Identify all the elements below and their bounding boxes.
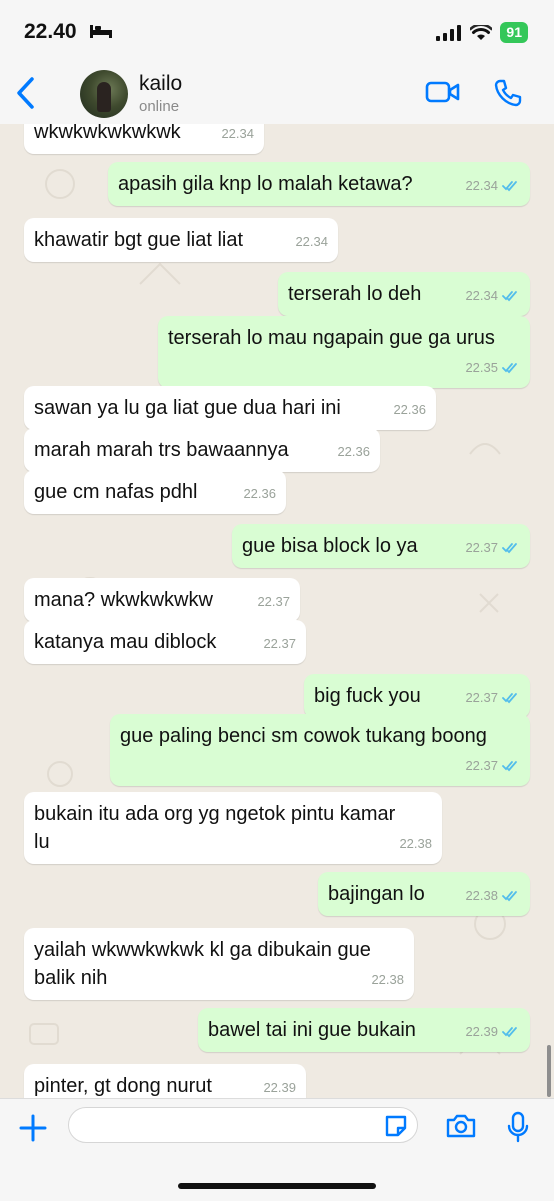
message-input[interactable] (68, 1107, 418, 1143)
message-meta: 22.38 (371, 966, 404, 994)
message-meta: 22.38 (399, 830, 432, 858)
message-text: marah marah trs bawaannya (34, 439, 289, 461)
phone-icon[interactable] (493, 78, 523, 108)
message-meta: 22.37 (263, 630, 296, 658)
message-meta: 22.37 (257, 588, 290, 616)
message-time: 22.36 (337, 444, 370, 459)
message-meta: 22.34 (295, 228, 328, 256)
message-time: 22.35 (465, 360, 498, 375)
chevron-left-icon[interactable] (14, 76, 38, 110)
avatar[interactable] (80, 70, 128, 118)
incoming-message[interactable]: pinter, gt dong nurut 22.39 (24, 1064, 306, 1098)
outgoing-message[interactable]: gue bisa block lo ya 22.37 (232, 524, 530, 568)
message-time: 22.36 (393, 402, 426, 417)
home-indicator (178, 1183, 376, 1189)
message-time: 22.34 (465, 178, 498, 193)
incoming-message[interactable]: wkwkwkwkwkwk 22.34 (24, 124, 264, 154)
wifi-icon (470, 24, 493, 40)
message-time: 22.34 (221, 126, 254, 141)
message-meta: 22.36 (337, 438, 370, 466)
status-bar: 22.40 91 (0, 0, 554, 62)
sticker-icon[interactable] (383, 1113, 409, 1139)
message-meta: 22.35 (465, 354, 520, 382)
read-receipt-icon (502, 363, 517, 374)
message-text: terserah lo mau ngapain gue ga urus (168, 327, 495, 349)
outgoing-message[interactable]: bajingan lo 22.38 (318, 872, 530, 916)
message-time: 22.38 (399, 836, 432, 851)
message-time: 22.39 (465, 1024, 498, 1039)
outgoing-message[interactable]: gue paling benci sm cowok tukang boong 22… (110, 714, 530, 786)
incoming-message[interactable]: bukain itu ada org yg ngetok pintu kamar… (24, 792, 442, 864)
message-meta: 22.36 (243, 480, 276, 508)
sleep-focus-icon (90, 25, 112, 38)
message-meta: 22.34 (465, 172, 520, 200)
message-text: gue cm nafas pdhl (34, 481, 198, 503)
message-text: apasih gila knp lo malah ketawa? (118, 173, 413, 195)
message-time: 22.37 (465, 540, 498, 555)
message-text: bukain itu ada org yg ngetok pintu kamar… (34, 803, 396, 853)
message-meta: 22.39 (263, 1074, 296, 1098)
message-meta: 22.37 (465, 534, 520, 562)
message-text: gue paling benci sm cowok tukang boong (120, 725, 487, 747)
message-time: 22.38 (465, 888, 498, 903)
battery-indicator: 91 (500, 22, 528, 43)
message-time: 22.38 (371, 972, 404, 987)
contact-status: online (139, 98, 180, 115)
message-time: 22.37 (257, 594, 290, 609)
incoming-message[interactable]: khawatir bgt gue liat liat 22.34 (24, 218, 338, 262)
read-receipt-icon (502, 1027, 517, 1038)
cellular-signal-icon (436, 24, 462, 41)
message-meta: 22.39 (465, 1018, 520, 1046)
message-meta: 22.34 (465, 282, 520, 310)
incoming-message[interactable]: marah marah trs bawaannya 22.36 (24, 428, 380, 472)
message-text: khawatir bgt gue liat liat (34, 229, 244, 251)
message-text: pinter, gt dong nurut (34, 1075, 212, 1097)
message-text: mana? wkwkwkwkw (34, 589, 213, 611)
message-time: 22.37 (465, 690, 498, 705)
read-receipt-icon (502, 693, 517, 704)
read-receipt-icon (502, 891, 517, 902)
message-time: 22.34 (295, 234, 328, 249)
incoming-message[interactable]: sawan ya lu ga liat gue dua hari ini 22.3… (24, 386, 436, 430)
message-time: 22.36 (243, 486, 276, 501)
message-text: katanya mau diblock (34, 631, 217, 653)
message-text: sawan ya lu ga liat gue dua hari ini (34, 397, 341, 419)
composer-bar (0, 1098, 554, 1201)
plus-icon[interactable] (18, 1113, 48, 1143)
read-receipt-icon (502, 181, 517, 192)
read-receipt-icon (502, 761, 517, 772)
chat-area[interactable]: wkwkwkwkwkwk 22.34 apasih gila knp lo mala… (0, 124, 554, 1098)
message-time: 22.37 (465, 758, 498, 773)
outgoing-message[interactable]: terserah lo mau ngapain gue ga urus 22.35 (158, 316, 530, 388)
chat-header: kailo online (0, 62, 554, 125)
camera-icon[interactable] (445, 1113, 477, 1139)
incoming-message[interactable]: gue cm nafas pdhl 22.36 (24, 470, 286, 514)
read-receipt-icon (502, 543, 517, 554)
chat-scrollbar[interactable] (547, 1045, 551, 1097)
message-meta: 22.38 (465, 882, 520, 910)
message-time: 22.34 (465, 288, 498, 303)
read-receipt-icon (502, 291, 517, 302)
status-time: 22.40 (24, 20, 77, 43)
microphone-icon[interactable] (506, 1111, 530, 1143)
video-call-icon[interactable] (425, 80, 461, 104)
incoming-message[interactable]: mana? wkwkwkwkw 22.37 (24, 578, 300, 622)
incoming-message[interactable]: katanya mau diblock 22.37 (24, 620, 306, 664)
message-meta: 22.37 (465, 752, 520, 780)
message-meta: 22.34 (221, 124, 254, 148)
message-meta: 22.36 (393, 396, 426, 424)
outgoing-message[interactable]: big fuck you 22.37 (304, 674, 530, 718)
message-text: yailah wkwwkwkwk kl ga dibukain gue bali… (34, 939, 371, 989)
contact-name[interactable]: kailo (139, 72, 182, 96)
message-time: 22.39 (263, 1080, 296, 1095)
incoming-message[interactable]: yailah wkwwkwkwk kl ga dibukain gue bali… (24, 928, 414, 1000)
outgoing-message[interactable]: bawel tai ini gue bukain 22.39 (198, 1008, 530, 1052)
outgoing-message[interactable]: terserah lo deh 22.34 (278, 272, 530, 316)
outgoing-message[interactable]: apasih gila knp lo malah ketawa? 22.34 (108, 162, 530, 206)
message-time: 22.37 (263, 636, 296, 651)
message-meta: 22.37 (465, 684, 520, 712)
